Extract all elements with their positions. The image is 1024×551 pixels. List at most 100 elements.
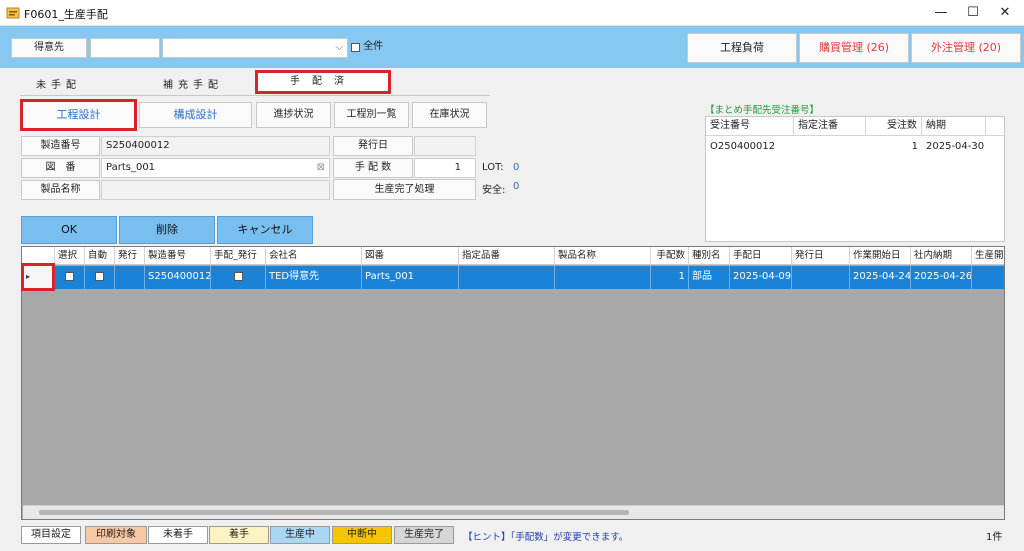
hint-text: 【ヒント】「手配数」が変更できます。: [463, 532, 629, 543]
tab-divider: [20, 95, 490, 96]
close-button[interactable]: ✕: [992, 2, 1018, 24]
customer-code-input[interactable]: [90, 38, 160, 58]
grid-col-header[interactable]: 選択: [55, 247, 85, 265]
legend-print-target: 印刷対象: [85, 526, 147, 544]
manufacturing-no-field: S250400012: [101, 136, 330, 156]
grid-col-header[interactable]: 図番: [362, 247, 459, 265]
outsourcing-management-button[interactable]: 外注管理 (20): [911, 33, 1021, 63]
grid-col-header[interactable]: 自動: [85, 247, 115, 265]
stock-status-button[interactable]: 在庫状況: [412, 102, 487, 128]
drawing-cell: Parts_001: [362, 266, 459, 289]
internal-due-cell: 2025-04-26: [911, 266, 972, 289]
order-col-header: 納期: [922, 117, 986, 135]
arrange-date-cell: 2025-04-09: [730, 266, 792, 289]
app-icon: [6, 7, 20, 19]
arrange-issue-checkbox[interactable]: [233, 271, 243, 281]
progress-status-button[interactable]: 進捗状況: [256, 102, 331, 128]
customer-name-combo[interactable]: ⌵: [162, 38, 348, 58]
product-name-cell: [555, 266, 651, 289]
legend-started: 着手: [209, 526, 269, 544]
grid-col-header[interactable]: 会社名: [266, 247, 362, 265]
arrangement-grid: 選択 自動 発行 製造番号 手配_発行 会社名 図番 指定品番 製品名称 手配数…: [21, 246, 1005, 520]
order-col-header: 受注番号: [706, 117, 794, 135]
clear-icon[interactable]: ⊠: [317, 159, 325, 177]
legend-completed: 生産完了: [394, 526, 454, 544]
purchase-management-button[interactable]: 購買管理 (26): [799, 33, 909, 63]
arrange-qty-input[interactable]: 1: [414, 158, 476, 178]
item-settings-button[interactable]: 項目設定: [21, 526, 81, 544]
lot-label: LOT:: [482, 162, 504, 173]
arrange-issue-cell[interactable]: [211, 266, 266, 289]
drawing-field[interactable]: Parts_001 ⊠: [101, 158, 330, 178]
grid-col-header[interactable]: 手配日: [730, 247, 792, 265]
work-start-cell: 2025-04-24: [850, 266, 911, 289]
delete-button[interactable]: 削除: [119, 216, 215, 244]
minimize-button[interactable]: —: [928, 2, 954, 24]
drawing-label: 図 番: [21, 158, 100, 178]
grid-col-header[interactable]: 種別名: [689, 247, 730, 265]
product-name-label: 製品名称: [21, 180, 100, 200]
issue-date-field: [414, 136, 476, 156]
select-cell[interactable]: [55, 266, 85, 289]
grid-col-header[interactable]: 発行: [115, 247, 145, 265]
designated-cell: [794, 138, 866, 156]
order-panel-title: 【まとめ手配先受注番号】: [705, 105, 820, 116]
type-cell: 部品: [689, 266, 730, 289]
order-due-cell: 2025-04-30: [926, 141, 985, 152]
tab-unarranged[interactable]: 未手配: [36, 76, 81, 91]
issued-cell: [115, 266, 145, 289]
grid-col-header[interactable]: 製品名称: [555, 247, 651, 265]
cancel-button[interactable]: キャンセル: [217, 216, 313, 244]
auto-cell[interactable]: [85, 266, 115, 289]
chevron-down-icon[interactable]: ⌵: [335, 42, 343, 53]
tab-supplemental[interactable]: 補充手配: [163, 76, 223, 91]
issue-date-cell: [792, 266, 850, 289]
tab-arranged[interactable]: 手配済: [255, 70, 391, 94]
prod-start-cell: [972, 266, 1004, 289]
all-checkbox[interactable]: [351, 42, 360, 52]
grid-col-header[interactable]: 手配_発行: [211, 247, 266, 265]
customer-label: 得意先: [11, 38, 87, 58]
grid-col-header[interactable]: 生産開: [972, 247, 1004, 265]
safety-label: 安全:: [482, 185, 506, 196]
grid-col-header[interactable]: 作業開始日: [850, 247, 911, 265]
all-checkbox-label: 全件: [363, 41, 384, 52]
production-complete-button[interactable]: 生産完了処理: [333, 179, 476, 200]
title-bar: F0601_生産手配 — ☐ ✕: [0, 0, 1024, 26]
ok-button[interactable]: OK: [21, 216, 117, 244]
select-checkbox[interactable]: [65, 271, 74, 281]
maximize-button[interactable]: ☐: [960, 2, 986, 24]
order-no-cell: O250400012: [710, 141, 776, 152]
order-qty-cell: 1: [911, 141, 918, 152]
grid-col-header[interactable]: 発行日: [792, 247, 850, 265]
grid-col-header[interactable]: 社内納期: [911, 247, 972, 265]
all-checkbox-group[interactable]: 全件: [351, 41, 383, 55]
table-row[interactable]: ▸ S250400012 TED得意先 Parts_001 1 部品 2025-…: [22, 266, 1004, 289]
composition-design-button[interactable]: 構成設計: [139, 102, 252, 128]
order-col-header: 受注数: [866, 117, 922, 135]
manufacturing-no-cell: S250400012: [145, 266, 211, 289]
auto-checkbox[interactable]: [95, 271, 104, 281]
grid-header: 選択 自動 発行 製造番号 手配_発行 会社名 図番 指定品番 製品名称 手配数…: [22, 247, 1004, 265]
process-load-button[interactable]: 工程負荷: [687, 33, 797, 63]
order-panel: 受注番号 指定注番 受注数 納期 O250400012 1 2025-04-30: [705, 116, 1005, 242]
record-count: 1件: [986, 532, 1003, 543]
window-title: F0601_生産手配: [24, 8, 108, 21]
product-name-field: [101, 180, 330, 200]
qty-cell[interactable]: 1: [651, 266, 689, 289]
grid-col-header[interactable]: 製造番号: [145, 247, 211, 265]
issue-date-label: 発行日: [333, 136, 413, 156]
grid-col-header[interactable]: 手配数: [651, 247, 689, 265]
order-panel-header: 受注番号 指定注番 受注数 納期: [706, 117, 1004, 136]
order-row[interactable]: O250400012 1 2025-04-30: [706, 138, 1004, 156]
legend-suspended: 中断中: [332, 526, 392, 544]
process-design-button[interactable]: 工程設計: [20, 99, 137, 131]
drawing-value: Parts_001: [106, 162, 156, 173]
grid-col-header[interactable]: 指定品番: [459, 247, 555, 265]
horizontal-scrollbar[interactable]: [23, 505, 1004, 519]
row-selector-highlight: [21, 263, 55, 291]
scrollbar-thumb[interactable]: [39, 510, 629, 515]
legend-not-started: 未着手: [148, 526, 208, 544]
arrange-qty-label: 手 配 数: [333, 158, 413, 178]
process-list-button[interactable]: 工程別一覧: [334, 102, 409, 128]
